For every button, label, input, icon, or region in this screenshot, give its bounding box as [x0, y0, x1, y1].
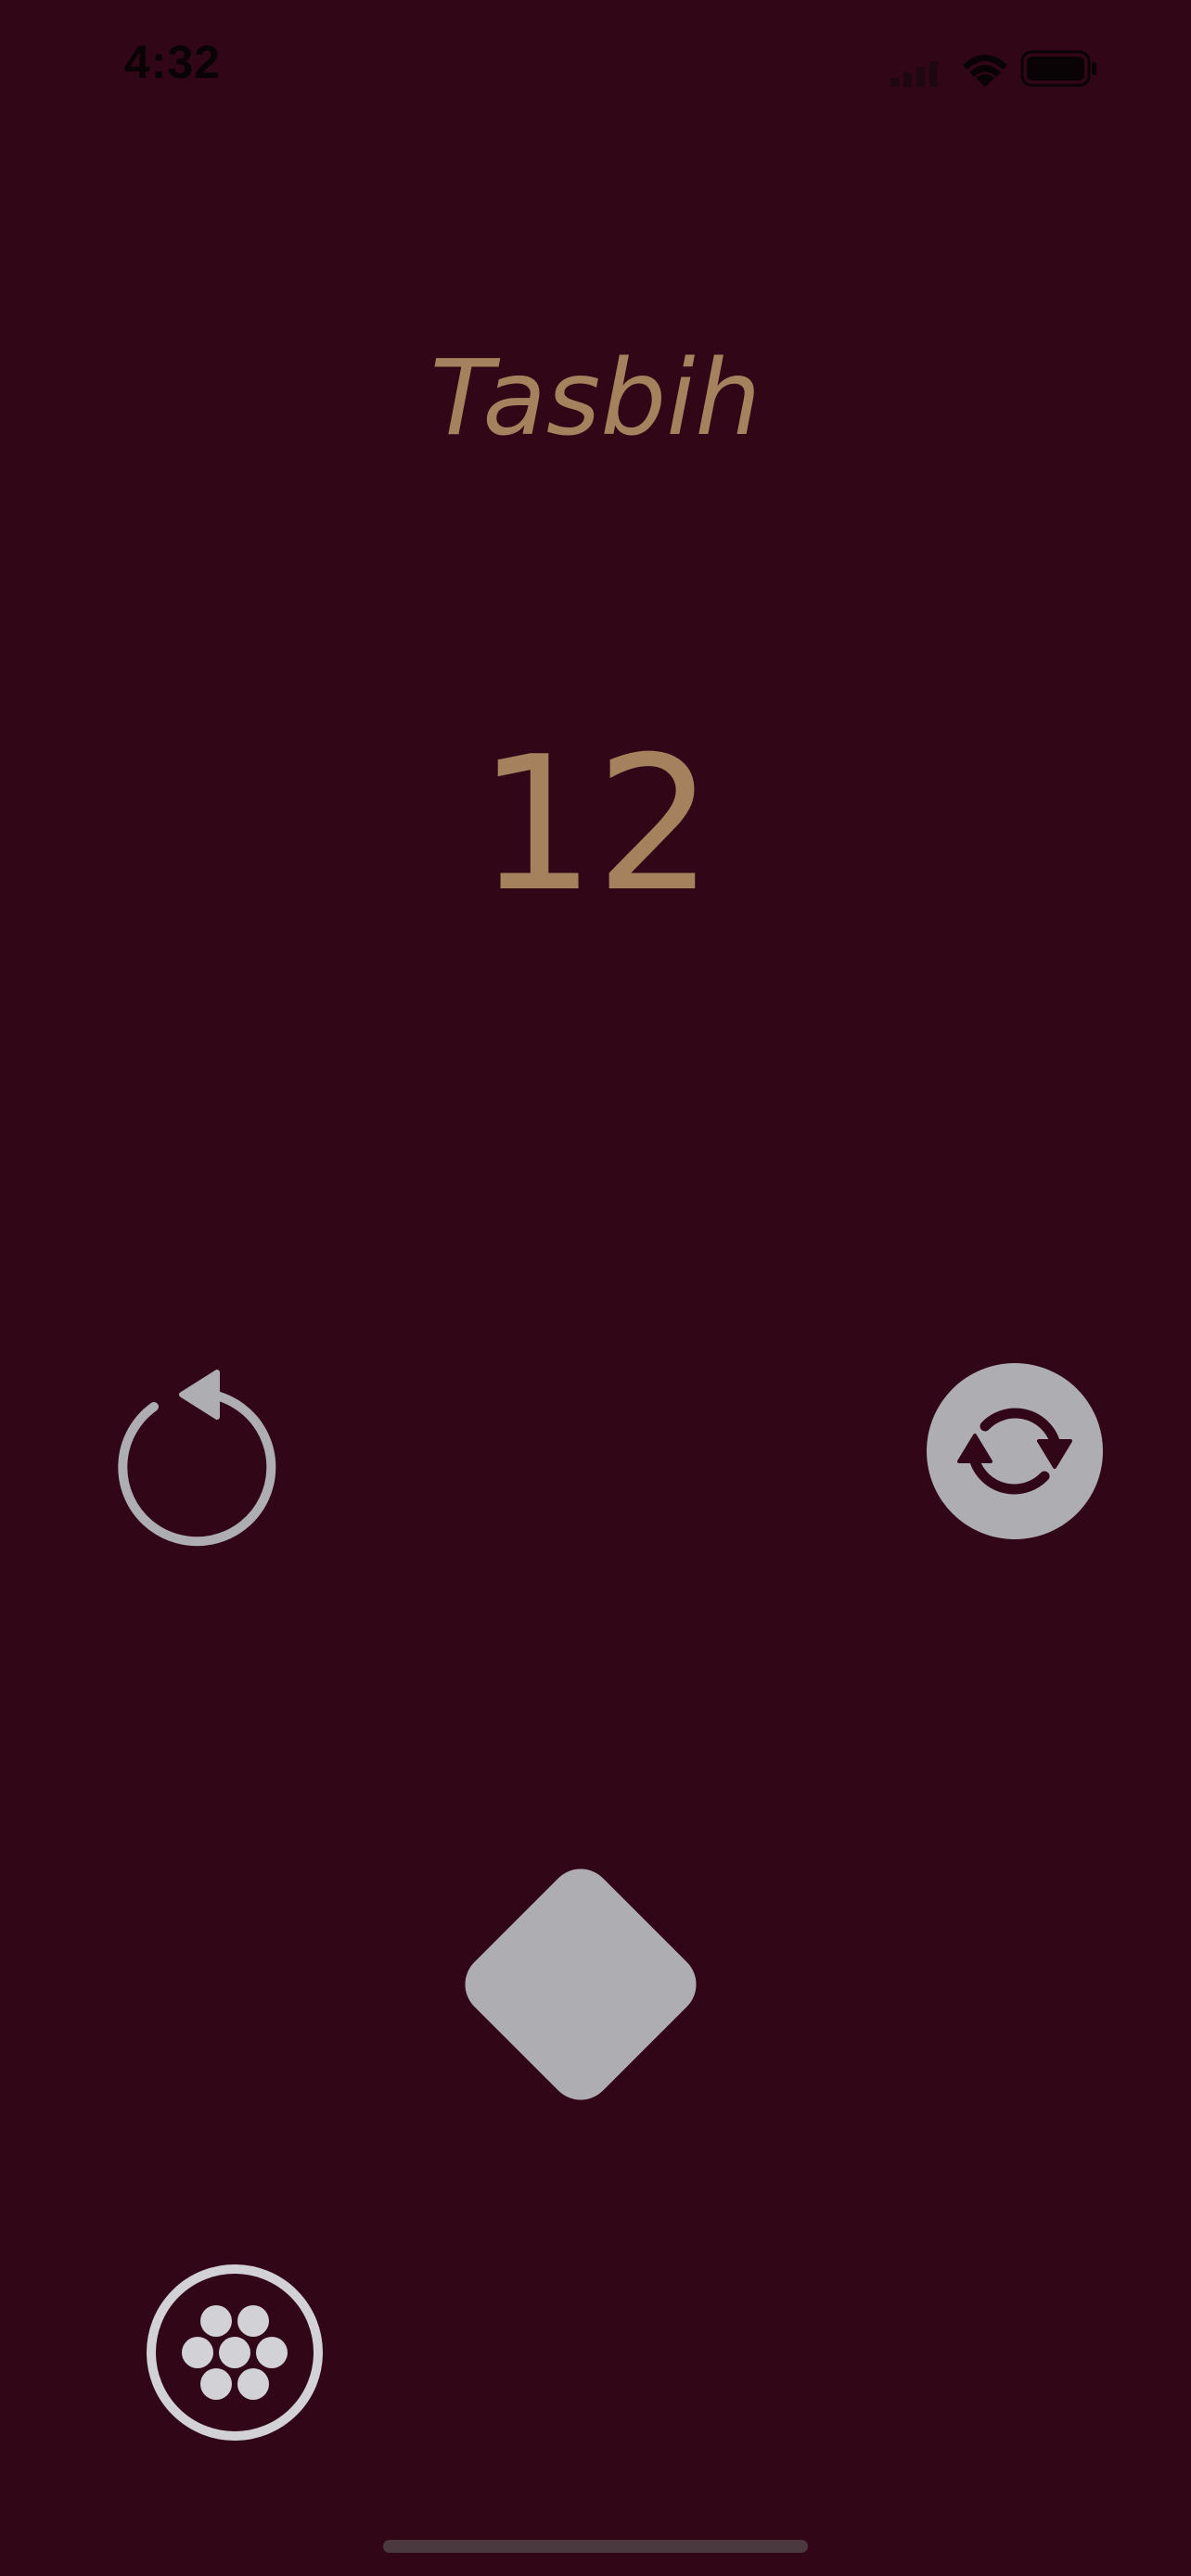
counter-value: 12: [477, 717, 714, 933]
app-title: Tasbih: [429, 338, 762, 459]
reset-button[interactable]: [117, 1363, 288, 1549]
tap-diamond-icon: [465, 1868, 697, 2100]
cycle-dhikr-icon: [927, 1363, 1103, 1539]
reset-counter-icon: [118, 1370, 276, 1547]
prayer-beads-icon: [147, 2264, 323, 2441]
status-bar: 4:32: [0, 0, 1191, 139]
home-indicator[interactable]: [383, 2540, 808, 2553]
wifi-icon: [963, 55, 1007, 87]
status-time: 4:32: [124, 36, 222, 88]
cycle-button[interactable]: [925, 1361, 1105, 1541]
tap-counter-button[interactable]: [419, 1823, 742, 2146]
battery-icon: [1020, 50, 1096, 87]
status-icons: [890, 46, 1113, 91]
beads-button[interactable]: [145, 2263, 325, 2442]
cellular-signal-icon: [890, 61, 938, 87]
